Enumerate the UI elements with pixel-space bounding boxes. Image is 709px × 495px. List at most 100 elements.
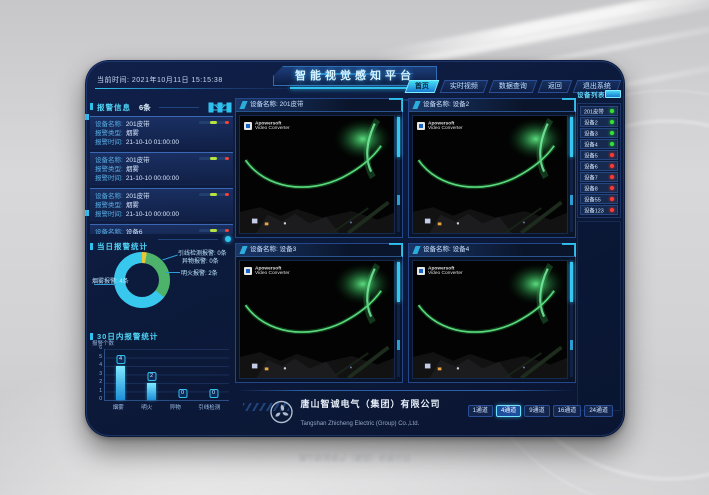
bar-value: 0 (209, 389, 218, 398)
device-item[interactable]: 设备5 (580, 150, 618, 160)
divider (159, 107, 199, 108)
video-name-label: 设备名称: (250, 101, 278, 108)
donut-label-foreign: 异物报警: 0条 (182, 256, 219, 265)
device-name: 设备5 (584, 151, 598, 159)
alarm-panel-title: 报警信息 (90, 102, 131, 113)
device-item[interactable]: 设备55 (580, 194, 618, 204)
status-dot (610, 153, 614, 157)
alarm-card[interactable]: 设备名称:201皮带 报警类型:烟雾 报警时间:21-10-10 01:00:0… (90, 116, 233, 149)
alarm-card[interactable]: 设备名称:201皮带 报警类型:烟雾 报警时间:21-10-10 00:00:0… (90, 188, 233, 221)
device-item[interactable]: 设备123 (580, 205, 618, 215)
watermark-line2: Video Converter (255, 126, 290, 131)
device-name: 设备55 (584, 195, 601, 203)
status-dot (610, 109, 614, 113)
video-title: 设备名称: 设备3 (236, 244, 402, 257)
tab-data-query[interactable]: 数据查询 (489, 80, 538, 93)
device-item[interactable]: 设备6 (580, 161, 618, 171)
bar-value: 2 (147, 372, 156, 381)
video-name-label: 设备名称: (423, 246, 451, 253)
video-scrollbar[interactable] (397, 115, 400, 232)
alarm-level-indicator (199, 229, 229, 232)
device-list-header: 设备列表 (577, 88, 621, 100)
x-tick: 引线检测 (198, 403, 220, 411)
channel-buttons: 1通道 4通道 9通道 16通道 24通道 (468, 405, 613, 417)
channel-button-1[interactable]: 1通道 (468, 405, 493, 417)
alarm-card[interactable]: 设备名称:201皮带 报警类型:烟雾 报警时间:21-10-10 00:00:0… (90, 152, 233, 185)
apowersoft-logo-icon (244, 267, 252, 275)
company-branding: 唐山智诚电气（集团）有限公司 Tangshan Zhicheng Electri… (269, 394, 440, 430)
device-name: 设备4 (584, 140, 598, 148)
alarm-panel-header: 报警信息 6条 (90, 100, 233, 114)
video-name-label: 设备名称: (423, 101, 451, 108)
y-tick: 0 (94, 397, 102, 402)
status-dot (610, 186, 614, 190)
device-name: 设备3 (584, 129, 598, 137)
device-name: 设备7 (584, 173, 598, 181)
device-list-tab-button[interactable] (605, 90, 621, 98)
device-list: 201皮带 设备2 设备3 设备4 设备5 设备6 设备7 设备8 设备55 设… (577, 103, 621, 218)
edge-marker (85, 210, 89, 216)
device-item[interactable]: 设备4 (580, 139, 618, 149)
watermark-text: ApowersoftVideo Converter (255, 121, 290, 131)
watermark-line2: Video Converter (428, 271, 463, 276)
field-label: 报警类型: (95, 129, 123, 138)
device-name: 设备123 (584, 206, 604, 214)
y-tick: 6 (94, 346, 102, 351)
field-label: 报警时间: (95, 210, 123, 219)
company-name-en: Tangshan Zhicheng Electric (Group) Co.,L… (300, 421, 419, 427)
device-list-panel: 设备列表 201皮带 设备2 设备3 设备4 设备5 设备6 设备7 设备8 设… (577, 88, 621, 416)
device-item[interactable]: 设备7 (580, 172, 618, 182)
alarm-device: 201皮带 (126, 156, 150, 165)
video-panel-1[interactable]: 设备名称: 201皮带 ApowersoftVideo Converter (235, 98, 403, 238)
device-item[interactable]: 设备2 (580, 117, 618, 127)
video-panel-3[interactable]: 设备名称: 设备3 ApowersoftVideo Converter (235, 243, 403, 383)
company-name-cn: 唐山智诚电气（集团）有限公司 (300, 399, 440, 409)
channel-button-4[interactable]: 4通道 (496, 405, 521, 417)
device-panel-empty-area (577, 221, 621, 411)
channel-button-9[interactable]: 9通道 (524, 405, 549, 417)
field-label: 设备名称: (95, 192, 123, 201)
alarm-type: 烟雾 (126, 165, 139, 174)
video-panel-2[interactable]: 设备名称: 设备2 ApowersoftVideo Converter (408, 98, 576, 238)
video-feed[interactable]: ApowersoftVideo Converter (239, 260, 395, 379)
video-panel-4[interactable]: 设备名称: 设备4 ApowersoftVideo Converter (408, 243, 576, 383)
status-dot (610, 197, 614, 201)
alarm-type: 烟雾 (126, 201, 139, 210)
divider (158, 239, 218, 240)
alarm-type: 烟雾 (126, 129, 139, 138)
tab-home[interactable]: 首页 (405, 80, 440, 93)
video-feed[interactable]: ApowersoftVideo Converter (239, 115, 395, 234)
alarm-card[interactable]: 设备名称:设备6 报警类型:明火 报警时间:21-10-10 00:00:00 (90, 224, 233, 234)
apowersoft-logo-icon (417, 267, 425, 275)
alarm-level-indicator (199, 121, 229, 124)
video-feed[interactable]: ApowersoftVideo Converter (412, 115, 568, 234)
bar-fire: 2 (146, 349, 157, 400)
channel-button-16[interactable]: 16通道 (553, 405, 582, 417)
video-scrollbar[interactable] (570, 260, 573, 377)
video-scrollbar[interactable] (570, 115, 573, 232)
bar-value: 4 (116, 355, 125, 364)
field-label: 报警时间: (95, 174, 123, 183)
status-dot (610, 164, 614, 168)
watermark-text: ApowersoftVideo Converter (255, 266, 290, 276)
donut-label-fire: 明火报警: 2条 (181, 268, 218, 277)
alarm-level-indicator (199, 157, 229, 160)
alarm-time: 21-10-10 00:00:00 (126, 174, 179, 183)
video-scrollbar[interactable] (397, 260, 400, 377)
video-feed[interactable]: ApowersoftVideo Converter (412, 260, 568, 379)
tab-live-video[interactable]: 实时视频 (440, 80, 489, 93)
video-scene (240, 261, 394, 378)
current-time: 当前时间: 2021年10月11日 15:15:38 (97, 75, 223, 85)
daily-stats-title: 当日报警统计 (90, 242, 148, 251)
monthly-alarm-stats-panel: 30日内报警统计 报警个数 6 5 4 3 2 1 0 4 (90, 326, 233, 416)
status-dot (610, 175, 614, 179)
footer-divider (235, 390, 575, 391)
channel-button-24[interactable]: 24通道 (584, 405, 613, 417)
alarm-time: 21-10-10 00:00:00 (126, 210, 179, 219)
device-item[interactable]: 设备8 (580, 183, 618, 193)
watermark: ApowersoftVideo Converter (417, 265, 471, 277)
device-item[interactable]: 设备3 (580, 128, 618, 138)
device-item[interactable]: 201皮带 (580, 106, 618, 116)
bar (116, 366, 125, 400)
tab-back[interactable]: 返回 (538, 80, 573, 93)
